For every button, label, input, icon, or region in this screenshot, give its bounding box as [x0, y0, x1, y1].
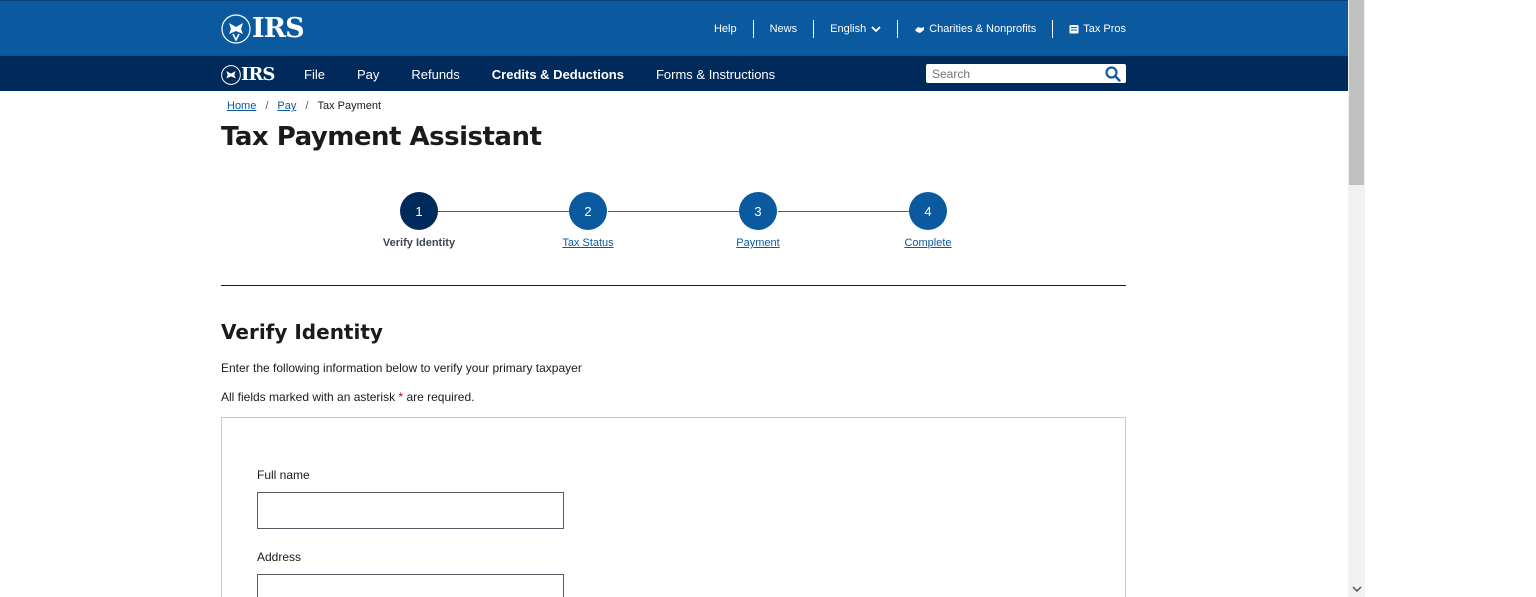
search-icon[interactable]	[1105, 66, 1121, 82]
required-fields-note: All fields marked with an asterisk * are…	[221, 390, 474, 404]
step-number: 3	[739, 192, 777, 230]
irs-logo[interactable]: IRS	[221, 13, 305, 44]
section-divider	[221, 285, 1126, 286]
step-label: Verify Identity	[382, 237, 456, 249]
breadcrumb-home-link[interactable]: Home	[227, 100, 256, 112]
utility-nav: Help News English Charities & Nonprofits…	[698, 20, 1126, 38]
irs-eagle-icon	[221, 64, 241, 85]
language-selector[interactable]: English	[813, 20, 897, 38]
vertical-scrollbar[interactable]	[1348, 0, 1365, 597]
browser-viewport: IRS Help News English Charities & Nonpro…	[0, 0, 1348, 597]
required-asterisk: *	[398, 390, 404, 404]
address-field[interactable]	[257, 574, 564, 597]
breadcrumb-current: Tax Payment	[317, 100, 382, 112]
main-nav: IRS File Pay Refunds Credits & Deduction…	[0, 55, 1348, 91]
step-label[interactable]: Tax Status	[548, 237, 628, 249]
step-number: 4	[909, 192, 947, 230]
scroll-down-button[interactable]	[1348, 580, 1365, 597]
section-title: Verify Identity	[221, 320, 383, 344]
full-name-field[interactable]	[257, 492, 564, 529]
briefcase-icon	[1069, 25, 1079, 34]
page-gutter	[1365, 0, 1536, 597]
nav-logo-text: IRS	[241, 64, 275, 85]
breadcrumb-separator: /	[305, 100, 309, 112]
required-prefix: All fields marked with an asterisk	[221, 390, 396, 404]
scrollbar-thumb[interactable]	[1349, 0, 1364, 185]
utility-help-link[interactable]: Help	[698, 20, 753, 38]
nav-item-forms-instructions[interactable]: Forms & Instructions	[640, 67, 791, 82]
step-complete[interactable]: 4 Complete	[888, 192, 968, 249]
nav-item-refunds[interactable]: Refunds	[395, 67, 475, 82]
page-title: Tax Payment Assistant	[221, 122, 542, 152]
utility-taxpros-link[interactable]: Tax Pros	[1052, 20, 1126, 38]
search-input[interactable]	[926, 65, 1096, 82]
step-tax-status[interactable]: 2 Tax Status	[548, 192, 628, 249]
utility-news-label: News	[769, 23, 798, 35]
utility-charities-label: Charities & Nonprofits	[929, 23, 1037, 35]
step-label[interactable]: Complete	[888, 237, 968, 249]
utility-charities-link[interactable]: Charities & Nonprofits	[897, 20, 1052, 38]
breadcrumb: Home / Pay / Tax Payment	[227, 100, 381, 112]
breadcrumb-pay-link[interactable]: Pay	[277, 100, 296, 112]
verify-identity-form: Full name Address	[221, 417, 1126, 597]
logo-text: IRS	[252, 13, 305, 44]
handshake-icon	[915, 26, 925, 33]
nav-item-credits-deductions[interactable]: Credits & Deductions	[476, 67, 640, 82]
required-suffix: are required.	[406, 390, 475, 404]
search-box	[926, 64, 1126, 83]
breadcrumb-separator: /	[265, 100, 269, 112]
step-number: 1	[400, 192, 438, 230]
chevron-down-icon	[1351, 585, 1362, 592]
nav-irs-logo[interactable]: IRS	[221, 64, 275, 85]
nav-item-file[interactable]: File	[288, 67, 341, 82]
language-label: English	[830, 23, 867, 35]
nav-item-pay[interactable]: Pay	[341, 67, 395, 82]
irs-eagle-icon	[221, 13, 251, 44]
nav-links: File Pay Refunds Credits & Deductions Fo…	[288, 56, 791, 92]
progress-stepper: 1 Verify Identity 2 Tax Status 3 Payment…	[383, 192, 983, 262]
top-header: IRS Help News English Charities & Nonpro…	[0, 0, 1348, 55]
step-payment[interactable]: 3 Payment	[718, 192, 798, 249]
intro-text: Enter the following information below to…	[221, 361, 582, 375]
step-verify-identity: 1 Verify Identity	[379, 192, 459, 249]
chevron-down-icon	[871, 25, 881, 32]
utility-help-label: Help	[713, 23, 737, 35]
utility-news-link[interactable]: News	[752, 20, 814, 38]
step-number: 2	[569, 192, 607, 230]
step-label[interactable]: Payment	[718, 237, 798, 249]
address-label: Address	[257, 550, 302, 564]
utility-taxpros-label: Tax Pros	[1083, 23, 1126, 35]
full-name-label: Full name	[257, 468, 310, 482]
